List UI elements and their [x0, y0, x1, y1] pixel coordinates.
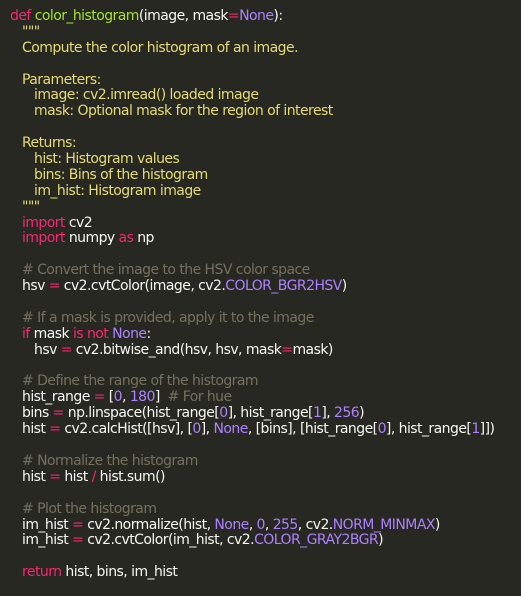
code-line-34: im_hist = cv2.cvtColor(im_hist, cv2.COLO… — [22, 532, 384, 549]
code-line-32: # Plot the histogram — [22, 500, 157, 517]
code-line-3: Compute the color histogram of an image. — [22, 39, 299, 56]
code-line-36: return hist, bins, im_hist — [22, 564, 178, 581]
code-line-10: hist: Histogram values — [34, 151, 180, 168]
code-line-11: bins: Bins of the histogram — [34, 166, 208, 183]
code-line-21: if mask is not None: — [22, 325, 151, 342]
code-line-17: # Convert the image to the HSV color spa… — [22, 262, 310, 279]
code-line-25: hist_range = [0, 180] # For hue — [22, 389, 232, 406]
code-line-12: im_hist: Histogram image — [34, 182, 201, 199]
code-line-22: hsv = cv2.bitwise_and(hsv, hsv, mask=mas… — [34, 341, 333, 358]
code-line-14: import cv2 — [22, 214, 93, 231]
code-line-15: import numpy as np — [22, 230, 154, 247]
code-line-2: """ — [22, 23, 40, 40]
code-line-27: hist = cv2.calcHist([hsv], [0], None, [b… — [22, 421, 495, 438]
code-line-18: hsv = cv2.cvtColor(image, cv2.COLOR_BGR2… — [22, 278, 347, 295]
code-line-24: # Define the range of the histogram — [22, 373, 259, 390]
code-line-7: mask: Optional mask for the region of in… — [34, 103, 333, 120]
code-line-13: """ — [22, 198, 40, 215]
code-line-9: Returns: — [22, 135, 77, 152]
code-line-1: def color_histogram(image, mask=None): — [10, 8, 283, 24]
code-line-26: bins = np.linspace(hist_range[0], hist_r… — [22, 405, 365, 422]
code-line-5: Parameters: — [22, 71, 101, 88]
code-line-6: image: cv2.imread() loaded image — [34, 87, 259, 104]
code-editor[interactable]: def color_histogram(image, mask=None): "… — [0, 0, 521, 596]
code-line-33: im_hist = cv2.normalize(hist, None, 0, 2… — [22, 516, 440, 533]
code-line-30: hist = hist / hist.sum() — [22, 468, 165, 485]
code-line-20: # If a mask is provided, apply it to the… — [22, 309, 314, 326]
function-name: color_histogram — [34, 8, 140, 24]
code-line-29: # Normalize the histogram — [22, 452, 198, 469]
